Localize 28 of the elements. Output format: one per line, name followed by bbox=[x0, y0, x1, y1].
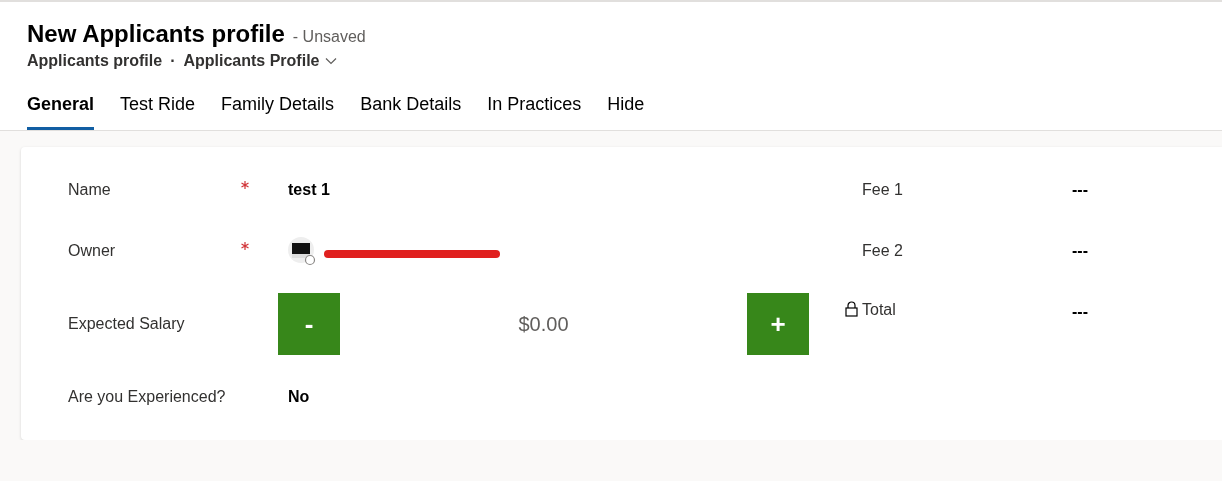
salary-amount: $0.00 bbox=[517, 312, 570, 336]
increase-button[interactable]: + bbox=[747, 293, 809, 355]
save-status: - Unsaved bbox=[292, 28, 366, 46]
field-label: Expected Salary bbox=[68, 315, 186, 333]
avatar-icon bbox=[288, 236, 316, 266]
field-label: Fee 2 bbox=[862, 242, 904, 260]
tab[interactable]: Bank Details bbox=[360, 94, 462, 130]
tab[interactable]: Test Ride bbox=[120, 94, 196, 130]
field-value: --- bbox=[1072, 242, 1089, 260]
chevron-down-icon bbox=[325, 57, 338, 65]
field-label: Total bbox=[862, 301, 897, 319]
tab[interactable]: In Practices bbox=[487, 94, 582, 130]
field-label: Name bbox=[68, 181, 112, 199]
tab[interactable]: General bbox=[27, 94, 95, 130]
tab[interactable]: Hide bbox=[607, 94, 645, 130]
field-label: Fee 1 bbox=[862, 181, 904, 199]
field-value: test 1 bbox=[288, 181, 330, 199]
field-value: No bbox=[288, 388, 310, 406]
entity-name: Applicants profile bbox=[27, 52, 163, 70]
field-label: Are you Experienced? bbox=[68, 388, 227, 406]
page-title: New Applicants profile bbox=[27, 20, 285, 48]
form-switcher[interactable]: Applicants Profile bbox=[183, 52, 338, 70]
decrease-button[interactable]: - bbox=[278, 293, 340, 355]
tab[interactable]: Family Details bbox=[221, 94, 335, 130]
separator-dot: · bbox=[170, 52, 176, 70]
field-label: Owner bbox=[68, 242, 117, 260]
field-value: --- bbox=[1072, 303, 1089, 321]
field-value: --- bbox=[1072, 181, 1089, 199]
